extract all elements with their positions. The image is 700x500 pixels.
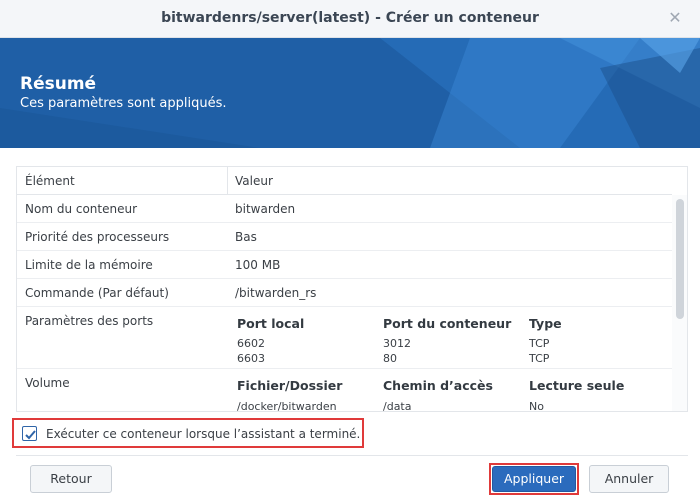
table-row: Nom du conteneur bitwarden	[17, 195, 672, 223]
checkmark-icon	[25, 430, 36, 440]
port-local-value: 6603	[237, 352, 265, 365]
apply-button[interactable]: Appliquer	[492, 466, 576, 492]
window-title: bitwardenrs/server(latest) - Créer un co…	[161, 10, 539, 26]
table-row: Commande (Par défaut) /bitwarden_rs	[17, 279, 672, 307]
ports-header-container: Port du conteneur	[383, 316, 512, 331]
table-row-volume: Volume Fichier/Dossier Chemin d’accès Le…	[17, 369, 672, 412]
banner-background-art	[0, 38, 700, 148]
row-key: Priorité des processeurs	[25, 230, 170, 244]
banner-title: Résumé	[20, 74, 97, 94]
row-value: Bas	[235, 230, 257, 244]
column-divider	[227, 167, 228, 195]
port-type-value: TCP	[529, 337, 550, 350]
table-row-ports: Paramètres des ports Port local Port du …	[17, 307, 672, 369]
window-titlebar: bitwardenrs/server(latest) - Créer un co…	[0, 0, 700, 38]
cancel-button[interactable]: Annuler	[589, 465, 669, 493]
volume-file-value: /docker/bitwarden	[237, 400, 337, 412]
row-key: Limite de la mémoire	[25, 258, 153, 272]
column-header-element: Élément	[25, 174, 75, 188]
row-key: Nom du conteneur	[25, 202, 138, 216]
table-header: Élément Valeur	[17, 167, 672, 195]
ports-header-type: Type	[529, 316, 562, 331]
port-container-value: 3012	[383, 337, 411, 350]
port-container-value: 80	[383, 352, 397, 365]
column-header-value: Valeur	[235, 174, 273, 188]
run-after-label[interactable]: Exécuter ce conteneur lorsque l’assistan…	[46, 427, 360, 441]
back-button[interactable]: Retour	[30, 465, 112, 493]
banner-subtitle: Ces paramètres sont appliqués.	[20, 96, 227, 111]
close-icon[interactable]: ✕	[666, 9, 684, 27]
volume-header-file: Fichier/Dossier	[237, 378, 343, 393]
scrollbar-thumb[interactable]	[676, 199, 684, 319]
row-value: 100 MB	[235, 258, 281, 272]
table-row: Priorité des processeurs Bas	[17, 223, 672, 251]
table-row: Limite de la mémoire 100 MB	[17, 251, 672, 279]
run-after-checkbox[interactable]	[22, 426, 37, 441]
volume-header-readonly: Lecture seule	[529, 378, 625, 393]
port-local-value: 6602	[237, 337, 265, 350]
summary-banner: Résumé Ces paramètres sont appliqués.	[0, 38, 700, 148]
row-value: /bitwarden_rs	[235, 286, 317, 300]
ports-header-local: Port local	[237, 316, 305, 331]
row-key: Paramètres des ports	[25, 314, 154, 328]
volume-header-path: Chemin d’accès	[383, 378, 493, 393]
row-value: bitwarden	[235, 202, 296, 216]
volume-readonly-value: No	[529, 400, 544, 412]
run-after-wizard-option: Exécuter ce conteneur lorsque l’assistan…	[12, 418, 364, 448]
row-key: Volume	[25, 376, 70, 390]
port-type-value: TCP	[529, 352, 550, 365]
footer-divider	[16, 455, 688, 456]
summary-table: Élément Valeur Nom du conteneur bitwarde…	[16, 166, 688, 412]
table-scrollbar[interactable]	[672, 195, 687, 411]
row-key: Commande (Par défaut)	[25, 286, 169, 300]
volume-path-value: /data	[383, 400, 412, 412]
